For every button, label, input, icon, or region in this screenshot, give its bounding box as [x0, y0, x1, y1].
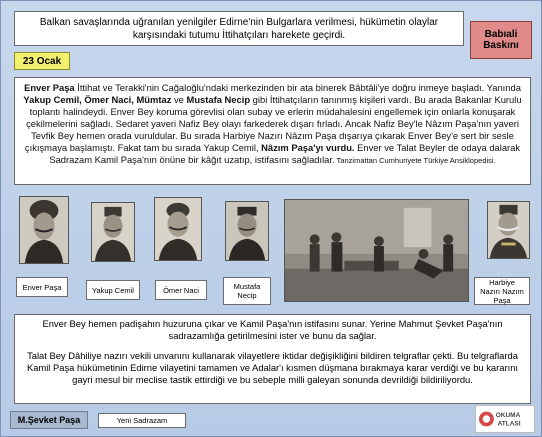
bottom-text: Enver Bey hemen padişahın huzuruna çıkar… [14, 314, 531, 404]
mustafa-necip-photo [225, 201, 269, 261]
caption-enver-pasa: Enver Paşa [16, 277, 68, 297]
story-text: Enver Paşa İttihat ve Terakki'nin Cağalo… [14, 77, 531, 185]
mahmut-sevket-pasa-button[interactable]: M.Şevket Paşa [10, 411, 88, 429]
story-part-a: İttihat ve Terakki'nin Cağaloğlu'ndaki m… [74, 82, 521, 93]
babiali-baskini-button[interactable]: Babıali Baskını [470, 21, 532, 59]
yakup-cemil-photo [91, 202, 135, 262]
logo-text-bottom: ATLASI [498, 421, 521, 428]
nazim-pasa-photo [487, 201, 530, 259]
enver-pasa-photo [19, 196, 69, 264]
caption-omer-naci: Ömer Naci [155, 280, 207, 300]
story-bold-enver: Enver Paşa [24, 82, 75, 93]
caption-nazim-pasa: Harbiye Nazırı Nazım Paşa [474, 277, 530, 305]
story-bold-vurdu: Nâzım Paşa'yı vurdu. [261, 141, 355, 153]
okuma-atlasi-logo: OKUMA ATLASI [475, 405, 535, 433]
logo-text-top: OKUMA [496, 412, 521, 419]
bottom-paragraph-2: Talat Bey Dâhiliye nazırı vekili unvanın… [26, 349, 519, 385]
story-ve: ve [171, 93, 187, 105]
caption-yakup-cemil: Yakup Cemil [86, 280, 140, 300]
date-label: 23 Ocak [14, 52, 70, 70]
caption-mustafa-necip: Mustafa Necip [223, 277, 271, 305]
yeni-sadrazam-label: Yeni Sadrazam [98, 413, 186, 428]
intro-text: Balkan savaşlarında uğranılan yenilgiler… [14, 11, 464, 46]
slide: Balkan savaşlarında uğranılan yenilgiler… [0, 0, 542, 437]
story-bold-names: Yakup Cemil, Ömer Naci, Mümtaz [23, 93, 172, 105]
bottom-paragraph-1: Enver Bey hemen padişahın huzuruna çıkar… [42, 318, 503, 341]
story-source: Tanzimattan Cumhuriyete Türkiye Ansiklop… [334, 155, 496, 165]
raid-scene-painting [284, 199, 469, 302]
story-bold-mustafa: Mustafa Necip [186, 93, 251, 105]
omer-naci-photo [154, 197, 202, 261]
